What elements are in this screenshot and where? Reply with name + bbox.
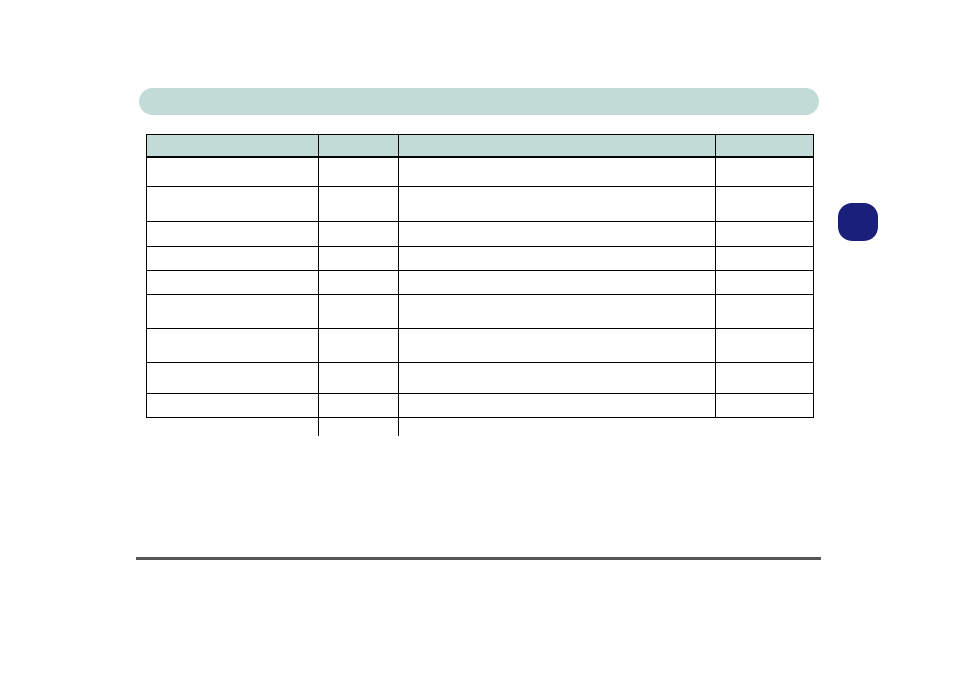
table-header-row (147, 135, 814, 157)
table-cell (399, 418, 716, 436)
main-table-container (146, 134, 814, 436)
table-cell (716, 363, 814, 394)
table-cell (147, 329, 319, 363)
table-cell (147, 271, 319, 295)
table-cell (319, 271, 399, 295)
table-cell (319, 222, 399, 247)
footer-divider (136, 557, 821, 560)
table-cell (716, 295, 814, 329)
table-cell (716, 394, 814, 418)
table-cell (716, 157, 814, 187)
main-table (146, 134, 814, 436)
table-cell (399, 247, 716, 271)
table-cell (147, 363, 319, 394)
table-cell (716, 418, 814, 436)
table-cell (319, 394, 399, 418)
table-cell (399, 187, 716, 222)
table-row (147, 418, 814, 436)
table-cell (319, 187, 399, 222)
table-cell (399, 295, 716, 329)
table-cell (716, 247, 814, 271)
table-cell (716, 187, 814, 222)
table-row (147, 247, 814, 271)
table-cell (147, 187, 319, 222)
table-cell (399, 394, 716, 418)
table-cell (147, 418, 319, 436)
table-cell (716, 271, 814, 295)
table-row (147, 222, 814, 247)
table-cell (399, 329, 716, 363)
table-cell (399, 222, 716, 247)
table-header-cell (399, 135, 716, 157)
table-cell (399, 271, 716, 295)
table-cell (319, 157, 399, 187)
table-cell (319, 247, 399, 271)
table-row (147, 329, 814, 363)
side-tab[interactable] (838, 203, 878, 241)
table-row (147, 271, 814, 295)
table-cell (147, 157, 319, 187)
table-cell (399, 157, 716, 187)
table-cell (716, 222, 814, 247)
table-row (147, 363, 814, 394)
section-title-bar (139, 88, 819, 115)
table-header-cell (147, 135, 319, 157)
table-cell (399, 363, 716, 394)
table-cell (319, 418, 399, 436)
table-cell (147, 222, 319, 247)
table-row (147, 295, 814, 329)
table-row (147, 394, 814, 418)
table-header-cell (716, 135, 814, 157)
table-cell (319, 329, 399, 363)
table-header-cell (319, 135, 399, 157)
table-row (147, 187, 814, 222)
table-cell (716, 329, 814, 363)
table-cell (147, 394, 319, 418)
table-cell (147, 295, 319, 329)
table-cell (147, 247, 319, 271)
table-cell (319, 363, 399, 394)
table-cell (319, 295, 399, 329)
table-row (147, 157, 814, 187)
